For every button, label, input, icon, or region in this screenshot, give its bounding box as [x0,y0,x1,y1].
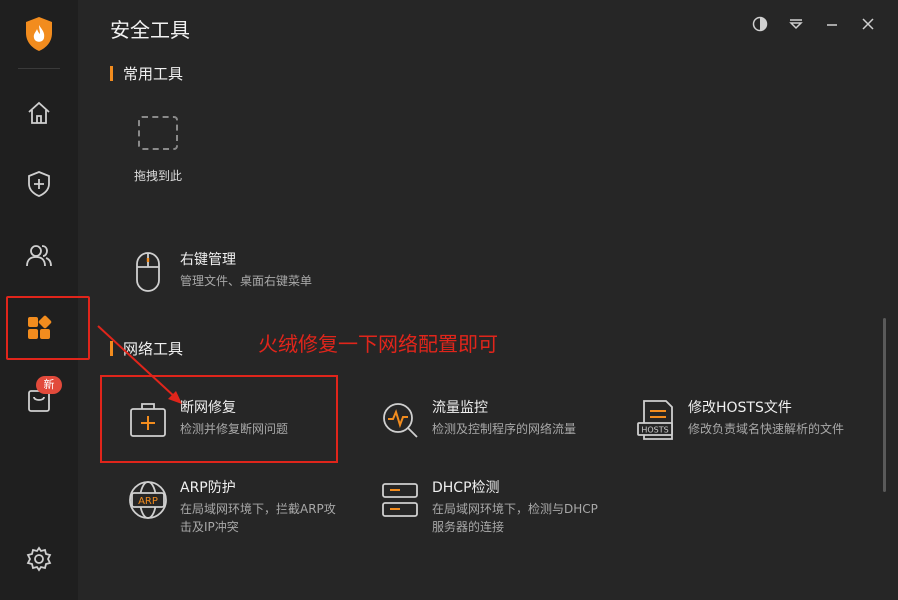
tool-desc-line-1: 在局域网环境下，检测与DHCP [432,502,598,516]
menu-button[interactable] [786,16,806,36]
tool-desc: 修改负责域名快速解析的文件 [688,422,845,436]
sidebar-divider [18,68,60,69]
close-icon [860,16,876,36]
tool-context-menu-manager[interactable]: 右键管理 管理文件、桌面右键菜单 [126,250,312,294]
tool-desc-line-1: 在局域网环境下，拦截ARP攻 [180,502,336,516]
arp-globe-icon: ARP [126,478,170,522]
drop-slot-label: 拖拽到此 [133,169,182,183]
app-logo-icon [24,16,54,52]
sidebar-item-users[interactable] [22,240,56,274]
svg-text:ARP: ARP [138,496,158,507]
tool-arp-protection[interactable]: ARP ARP防护 在局域网环境下，拦截ARP攻 击及IP冲突 [126,478,336,536]
tool-dhcp-check[interactable]: DHCP检测 在局域网环境下，检测与DHCP 服务器的连接 [378,478,598,536]
section-header-network: 网络工具 [110,338,183,359]
tool-edit-hosts[interactable]: HOSTS 修改HOSTS文件 修改负责域名快速解析的文件 [634,398,844,442]
tool-name: ARP防护 [180,480,236,496]
home-icon [26,100,52,130]
section-title: 常用工具 [123,65,184,83]
contrast-icon [752,16,768,36]
tool-desc-line-2: 击及IP冲突 [180,520,239,534]
users-icon [25,242,53,272]
section-accent-bar [110,341,113,356]
tool-desc: 检测及控制程序的网络流量 [432,422,577,436]
tool-name: 右键管理 [180,252,236,268]
main-panel: 安全工具 常用工具 拖拽到此 右键管理 管理文件、桌面右键菜单 网络工具 火绒修… [78,0,898,600]
drop-slot[interactable] [138,116,178,150]
tool-name: 修改HOSTS文件 [688,400,792,416]
tool-desc: 管理文件、桌面右键菜单 [180,274,313,288]
tool-desc-line-2: 服务器的连接 [432,520,505,534]
tool-name: 流量监控 [432,400,488,416]
sidebar-item-settings[interactable] [22,544,56,578]
sidebar-item-home[interactable] [22,98,56,132]
annotation-highlight-tool [100,375,338,463]
minimize-button[interactable] [822,16,842,36]
tool-name: DHCP检测 [432,480,500,496]
mouse-icon [126,250,170,294]
annotation-text: 火绒修复一下网络配置即可 [258,332,498,356]
new-badge: 新 [36,376,62,394]
tool-traffic-monitor[interactable]: 流量监控 检测及控制程序的网络流量 [378,398,576,442]
svg-text:HOSTS: HOSTS [641,426,668,435]
menu-dropdown-icon [788,16,804,36]
scrollbar[interactable] [883,318,886,492]
section-header-common: 常用工具 [110,63,183,84]
section-accent-bar [110,66,113,81]
section-title: 网络工具 [123,340,184,358]
hosts-file-icon: HOSTS [634,398,678,442]
shield-plus-icon [26,170,52,202]
dhcp-server-icon [378,478,422,522]
minimize-icon [824,16,840,36]
theme-toggle-button[interactable] [750,16,770,36]
close-button[interactable] [858,16,878,36]
sidebar-item-protection[interactable] [22,169,56,203]
gear-icon [26,546,52,576]
traffic-monitor-icon [378,398,422,442]
page-title: 安全工具 [110,18,190,42]
